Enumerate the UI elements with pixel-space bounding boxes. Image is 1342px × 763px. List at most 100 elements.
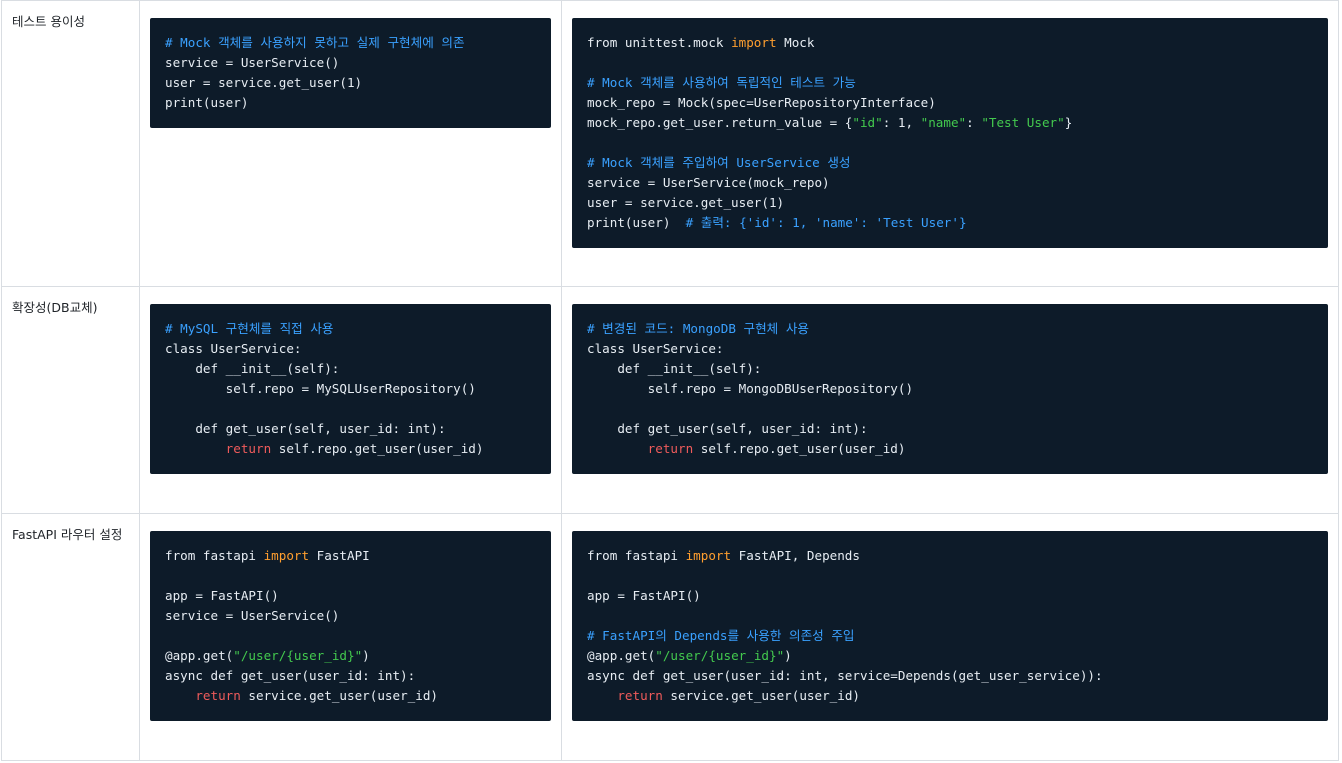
code-text: : 1, — [882, 115, 921, 130]
code-string: "name" — [920, 115, 967, 130]
code-block-after: from unittest.mock import Mock # Mock 객체… — [572, 18, 1328, 248]
code-line: app = FastAPI() — [165, 586, 536, 606]
code-block-before: # MySQL 구현체를 직접 사용 class UserService: def… — [150, 304, 551, 474]
code-block-after: # 변경된 코드: MongoDB 구현체 사용 class UserServic… — [572, 304, 1328, 474]
code-text: from fastapi — [165, 548, 264, 563]
code-text: service = UserService() — [165, 55, 340, 70]
code-line: return self.repo.get_user(user_id) — [587, 439, 1313, 459]
code-text: def get_user(self, user_id: int): — [587, 421, 868, 436]
row-label-cell: 확장성(DB교체) — [1, 286, 140, 514]
code-comment: # 출력: {'id': 1, 'name': 'Test User'} — [685, 215, 967, 230]
code-text: Mock — [776, 35, 815, 50]
code-text: app = FastAPI() — [587, 588, 701, 603]
code-text: class UserService: — [165, 341, 302, 356]
before-cell: # Mock 객체를 사용하지 못하고 실제 구현체에 의존 service = … — [139, 0, 562, 287]
code-text: app = FastAPI() — [165, 588, 279, 603]
code-comment: # 변경된 코드: MongoDB 구현체 사용 — [587, 321, 810, 336]
code-line: def get_user(self, user_id: int): — [165, 419, 536, 439]
code-keyword: return — [225, 441, 272, 456]
code-keyword: return — [195, 688, 241, 703]
code-line: @app.get("/user/{user_id}") — [587, 646, 1313, 666]
code-keyword: import — [685, 548, 732, 563]
code-text: print(user) — [587, 215, 686, 230]
code-line: def get_user(self, user_id: int): — [587, 419, 1313, 439]
code-block-before: # Mock 객체를 사용하지 못하고 실제 구현체에 의존 service = … — [150, 18, 551, 128]
code-line: # 변경된 코드: MongoDB 구현체 사용 — [587, 319, 1313, 339]
row-label: FastAPI 라우터 설정 — [12, 527, 123, 542]
code-line: # Mock 객체를 사용하지 못하고 실제 구현체에 의존 — [165, 33, 536, 53]
code-text: @app.get( — [165, 648, 234, 663]
code-string: "id" — [852, 115, 883, 130]
code-text: mock_repo.get_user.return_value = { — [587, 115, 853, 130]
after-cell: # 변경된 코드: MongoDB 구현체 사용 class UserServic… — [561, 286, 1339, 514]
code-line: print(user) — [165, 93, 536, 113]
code-text: ) — [362, 648, 370, 663]
code-line: service = UserService(mock_repo) — [587, 173, 1313, 193]
code-text: FastAPI — [309, 548, 370, 563]
code-text: def __init__(self): — [165, 361, 340, 376]
code-text: self.repo = MongoDBUserRepository() — [587, 381, 914, 396]
code-text: user = service.get_user(1) — [587, 195, 785, 210]
code-line: mock_repo = Mock(spec=UserRepositoryInte… — [587, 93, 1313, 113]
code-text: async def get_user(user_id: int): — [165, 668, 416, 683]
code-comment: # Mock 객체를 사용하지 못하고 실제 구현체에 의존 — [165, 35, 465, 50]
code-keyword: import — [263, 548, 310, 563]
code-line: # Mock 객체를 사용하여 독립적인 테스트 가능 — [587, 73, 1313, 93]
code-text: self.repo.get_user(user_id) — [271, 441, 484, 456]
code-line: # Mock 객체를 주입하여 UserService 생성 — [587, 153, 1313, 173]
code-text: } — [1064, 115, 1073, 130]
code-line: def __init__(self): — [587, 359, 1313, 379]
code-keyword: return — [647, 441, 694, 456]
code-line: user = service.get_user(1) — [165, 73, 536, 93]
code-string: "Test User" — [981, 115, 1065, 130]
comparison-table: 테스트 용이성 # Mock 객체를 사용하지 못하고 실제 구현체에 의존 se… — [1, 0, 1339, 761]
code-line: self.repo = MongoDBUserRepository() — [587, 379, 1313, 399]
row-label-cell: 테스트 용이성 — [1, 0, 140, 287]
code-keyword: import — [731, 35, 777, 50]
code-line: class UserService: — [165, 339, 536, 359]
code-line: def __init__(self): — [165, 359, 536, 379]
code-line: mock_repo.get_user.return_value = {"id":… — [587, 113, 1313, 133]
code-line: user = service.get_user(1) — [587, 193, 1313, 213]
after-cell: from fastapi import FastAPI, Depends app… — [561, 513, 1339, 761]
code-line: service = UserService() — [165, 606, 536, 626]
code-text: async def get_user(user_id: int, service… — [587, 668, 1103, 683]
code-comment: # Mock 객체를 사용하여 독립적인 테스트 가능 — [587, 75, 856, 90]
code-text: ) — [784, 648, 792, 663]
code-line: print(user) # 출력: {'id': 1, 'name': 'Tes… — [587, 213, 1313, 233]
row-label-cell: FastAPI 라우터 설정 — [1, 513, 140, 761]
code-line: return service.get_user(user_id) — [587, 686, 1313, 706]
code-text: from fastapi — [587, 548, 686, 563]
row-label: 테스트 용이성 — [12, 14, 85, 29]
code-string: "/user/{user_id}" — [233, 648, 363, 663]
table-row: FastAPI 라우터 설정 from fastapi import FastA… — [1, 513, 1339, 761]
code-line: service = UserService() — [165, 53, 536, 73]
code-text: from unittest.mock — [587, 35, 732, 50]
code-text: user = service.get_user(1) — [165, 75, 363, 90]
code-comment: # Mock 객체를 주입하여 UserService 생성 — [587, 155, 851, 170]
code-text: service.get_user(user_id) — [240, 688, 438, 703]
code-line: self.repo = MySQLUserRepository() — [165, 379, 536, 399]
after-cell: from unittest.mock import Mock # Mock 객체… — [561, 0, 1339, 287]
code-block-after: from fastapi import FastAPI, Depends app… — [572, 531, 1328, 721]
code-line: from unittest.mock import Mock — [587, 33, 1313, 53]
code-line: # MySQL 구현체를 직접 사용 — [165, 319, 536, 339]
code-text: : — [966, 115, 982, 130]
table-row: 테스트 용이성 # Mock 객체를 사용하지 못하고 실제 구현체에 의존 se… — [1, 0, 1339, 287]
code-text: def get_user(self, user_id: int): — [165, 421, 446, 436]
code-line: from fastapi import FastAPI, Depends — [587, 546, 1313, 566]
code-text: self.repo.get_user(user_id) — [693, 441, 906, 456]
code-block-before: from fastapi import FastAPI app = FastAP… — [150, 531, 551, 721]
